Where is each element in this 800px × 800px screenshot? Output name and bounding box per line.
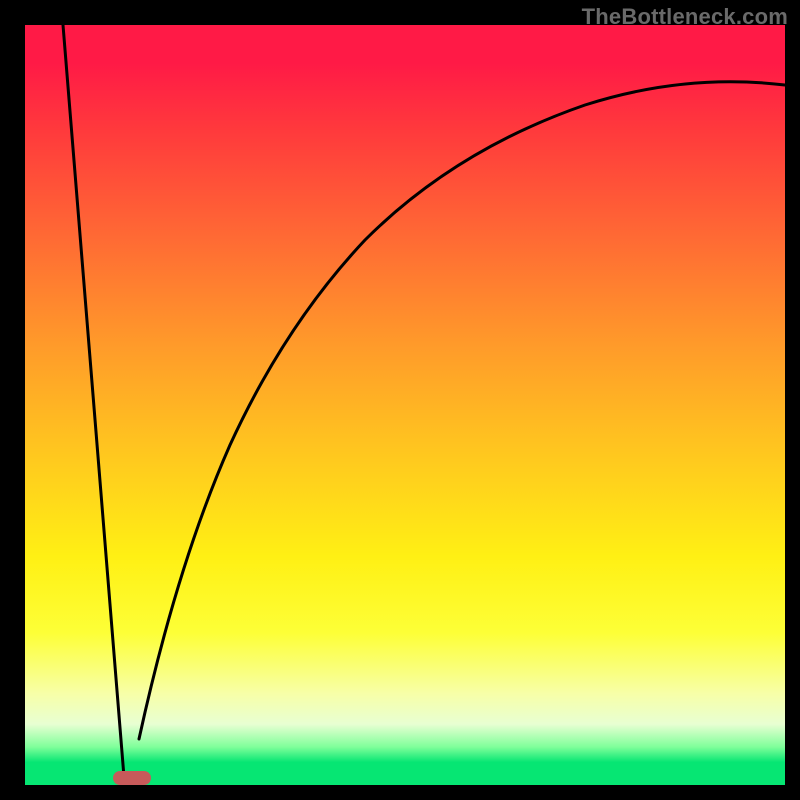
curve-left-branch — [63, 25, 124, 777]
chart-frame: TheBottleneck.com — [0, 0, 800, 800]
plot-area — [25, 25, 785, 785]
optimum-marker — [113, 771, 151, 785]
bottleneck-curve — [25, 25, 785, 785]
watermark-text: TheBottleneck.com — [582, 4, 788, 30]
curve-right-branch — [139, 82, 785, 739]
